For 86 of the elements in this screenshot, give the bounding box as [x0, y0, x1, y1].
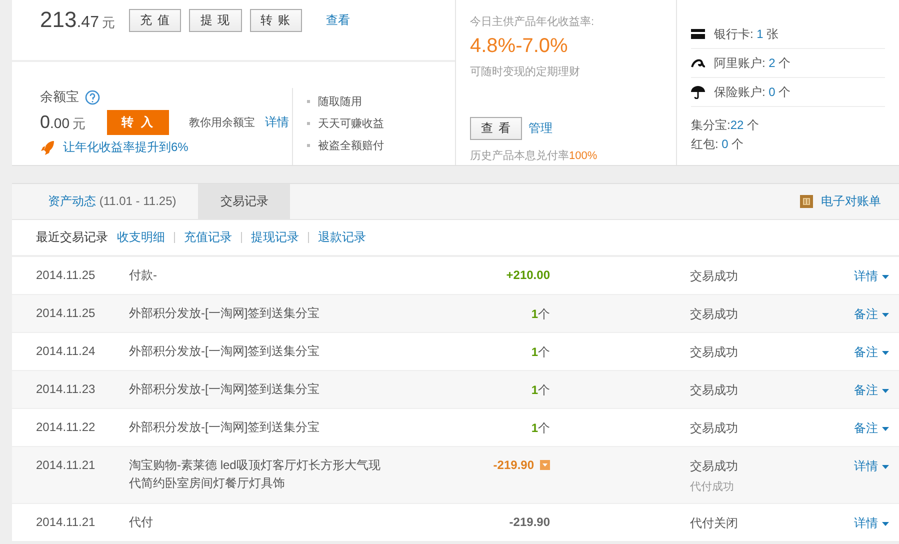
action-button[interactable]: 转 账	[250, 8, 302, 32]
records-tab[interactable]: 资产动态 (11.01 - 11.25)	[36, 184, 188, 219]
balance-amount: 213.47 元	[40, 7, 115, 33]
records-tab[interactable]: 交易记录	[198, 184, 290, 219]
rate-value: 4.8%-7.0%	[470, 35, 569, 58]
view-button[interactable]: 查 看	[470, 117, 522, 140]
account-text: 阿里账户: 2 个	[714, 54, 791, 72]
caret-icon	[882, 426, 889, 430]
amount-cell: +210.00	[506, 268, 550, 282]
status-cell-text: 交易成功	[690, 458, 739, 475]
status-cell-text: 交易成功	[690, 268, 739, 285]
amount-cell: 1个	[531, 420, 550, 437]
account-text: 保险账户: 0 个	[714, 84, 791, 100]
yuebao-title: 余额宝	[40, 88, 79, 106]
description-cell-text: 付款-	[129, 267, 158, 284]
hint-text: 教你用余额宝	[188, 116, 255, 130]
yuebao-amount: 0.00 元	[40, 112, 86, 133]
action-button[interactable]: 充 值	[128, 8, 182, 32]
transfer-in-button[interactable]: 转 入	[107, 110, 169, 135]
subnav-link[interactable]: 收支明细	[117, 229, 165, 246]
status-cell-text: 代付关闭	[690, 515, 739, 532]
amount-cell: 1个	[531, 306, 550, 323]
manage-link[interactable]: 管理	[528, 120, 552, 137]
description-cell-text: 外部积分发放-[一淘网]签到送集分宝	[129, 419, 321, 436]
date-cell-text: 2014.11.24	[36, 344, 96, 358]
view-link[interactable]: 查看	[326, 12, 350, 28]
row-action-link[interactable]: 备注	[854, 420, 889, 437]
umbrella-icon	[691, 86, 705, 98]
date-cell-text: 2014.11.23	[36, 382, 96, 396]
rocket-icon	[40, 140, 55, 156]
caret-icon	[882, 274, 889, 278]
row-action-link[interactable]: 备注	[854, 382, 889, 399]
date-cell-text: 2014.11.21	[36, 515, 96, 529]
bullet-icon	[307, 100, 310, 103]
feature-text: 被盗全额赔付	[318, 138, 384, 153]
bullet-icon	[307, 122, 310, 125]
rate-caption: 今日主供产品年化收益率:	[470, 14, 596, 29]
caret-icon	[882, 388, 889, 392]
status-cell-text: 交易成功	[690, 420, 739, 437]
row-action-link[interactable]: 备注	[854, 306, 889, 323]
swirl-icon	[691, 58, 705, 68]
amount-cell: 1个	[531, 344, 550, 361]
row-action-link[interactable]: 详情	[854, 268, 889, 285]
row-action-link[interactable]: 备注	[854, 344, 889, 361]
feature-text: 随取随用	[318, 95, 362, 109]
date-cell-text: 2014.11.25	[36, 306, 96, 320]
subnav-link[interactable]: 充值记录	[184, 229, 232, 246]
subnav-title: 最近交易记录	[36, 229, 108, 246]
subnav-link[interactable]: 提现记录	[251, 229, 299, 246]
fund-subtitle: 可随时变现的定期理财	[470, 64, 581, 79]
description-cell-text: 代付	[129, 514, 154, 531]
caret-icon	[882, 464, 889, 468]
status-cell-text: 交易成功	[690, 382, 739, 399]
date-cell-text: 2014.11.21	[36, 458, 96, 472]
points-text: 红包: 0 个	[691, 136, 745, 153]
amount-cell: 1个	[531, 382, 550, 399]
points-text: 集分宝:22 个	[691, 117, 760, 134]
statement-link[interactable]: 电子对账单	[800, 184, 899, 219]
description-cell-text: 外部积分发放-[一淘网]签到送集分宝	[129, 305, 321, 322]
document-icon	[800, 195, 813, 208]
feature-text: 天天可赚收益	[318, 116, 384, 131]
description-cell-text: 外部积分发放-[一淘网]签到送集分宝	[129, 381, 321, 398]
history-text: 历史产品本息兑付率100%	[470, 148, 598, 163]
promo-link[interactable]: 让年化收益率提升到6%	[63, 139, 188, 156]
status-cell-text: 交易成功	[690, 306, 739, 323]
help-icon[interactable]	[85, 90, 100, 104]
action-button[interactable]: 提 现	[189, 8, 242, 32]
amount-cell: -219.90	[493, 458, 534, 472]
caret-icon	[882, 350, 889, 354]
status-cell-text: 交易成功	[690, 344, 739, 361]
subnav-link[interactable]: 退款记录	[318, 229, 366, 246]
details-link[interactable]: 详情	[264, 114, 289, 131]
amount-cell: -219.90	[509, 515, 550, 529]
caret-icon	[882, 312, 889, 316]
account-text: 银行卡: 1 张	[714, 26, 779, 42]
description-cell-text: 淘宝购物-素莱德 led吸顶灯客厅灯长方形大气现代简约卧室房间灯餐厅灯具饰	[129, 457, 382, 492]
row-action-link[interactable]: 详情	[854, 458, 889, 475]
date-cell-text: 2014.11.25	[36, 268, 96, 282]
date-cell-text: 2014.11.22	[36, 420, 96, 434]
substatus-text: 代付成功	[690, 480, 735, 494]
caret-icon	[882, 522, 889, 526]
card-icon	[691, 29, 705, 39]
row-action-link[interactable]: 详情	[854, 515, 889, 532]
expand-icon[interactable]	[540, 460, 550, 470]
description-cell-text: 外部积分发放-[一淘网]签到送集分宝	[129, 343, 321, 360]
bullet-icon	[307, 144, 310, 147]
